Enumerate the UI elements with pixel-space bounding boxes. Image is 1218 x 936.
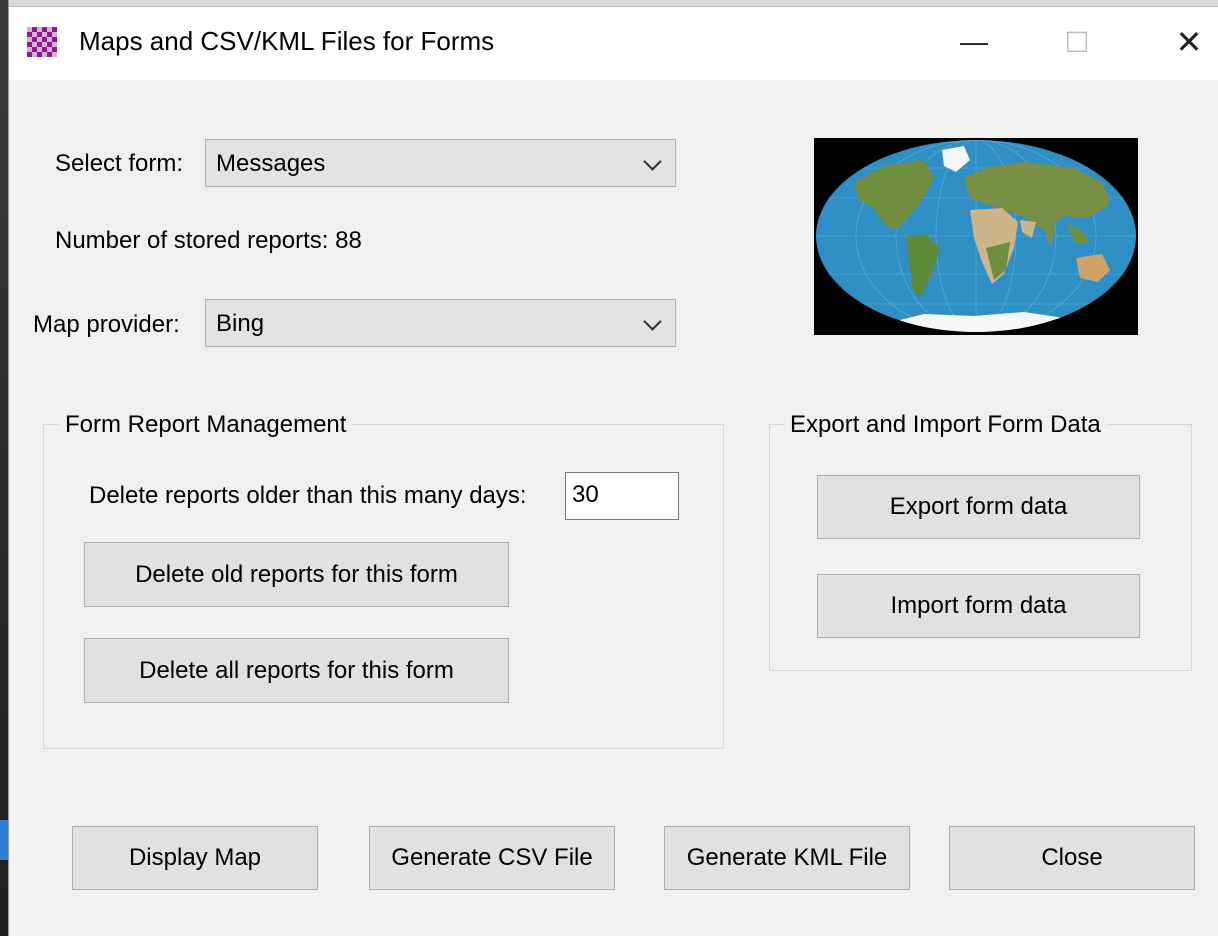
map-provider-value: Bing <box>216 310 265 337</box>
map-provider-label: Map provider: <box>33 311 180 338</box>
map-provider-dropdown[interactable]: Bing <box>205 299 676 347</box>
maximize-button[interactable]: ☐ <box>1047 18 1107 66</box>
export-import-title: Export and Import Form Data <box>784 411 1107 439</box>
delete-days-label: Delete reports older than this many days… <box>89 482 527 509</box>
delete-all-reports-button[interactable]: Delete all reports for this form <box>84 638 509 703</box>
title-bar-top-strip <box>9 0 1218 7</box>
chevron-down-icon <box>643 152 662 171</box>
world-map-image <box>814 138 1138 335</box>
checkered-grid-icon <box>27 27 57 57</box>
world-map-svg <box>816 140 1136 332</box>
select-form-dropdown[interactable]: Messages <box>205 139 676 187</box>
chevron-down-icon <box>643 312 662 331</box>
form-report-management-title: Form Report Management <box>59 411 353 439</box>
close-window-button[interactable]: ✕ <box>1159 18 1218 66</box>
title-bar: Maps and CSV/KML Files for Forms — ☐ ✕ <box>9 0 1218 80</box>
stored-reports-label: Number of stored reports: <box>55 227 329 254</box>
select-form-value: Messages <box>216 150 326 177</box>
import-form-data-button[interactable]: Import form data <box>817 574 1140 638</box>
window-title: Maps and CSV/KML Files for Forms <box>79 26 495 56</box>
delete-days-value: 30 <box>572 481 599 508</box>
delete-old-reports-button[interactable]: Delete old reports for this form <box>84 542 509 607</box>
stored-reports-text: Number of stored reports: 88 <box>55 227 362 255</box>
display-map-button[interactable]: Display Map <box>72 826 318 890</box>
stored-reports-count: 88 <box>335 227 362 254</box>
dialog-window: Maps and CSV/KML Files for Forms — ☐ ✕ S… <box>8 0 1218 936</box>
generate-csv-button[interactable]: Generate CSV File <box>369 826 615 890</box>
minimize-button[interactable]: — <box>944 18 1004 66</box>
close-button[interactable]: Close <box>949 826 1195 890</box>
generate-kml-button[interactable]: Generate KML File <box>664 826 910 890</box>
delete-days-input[interactable]: 30 <box>565 472 679 520</box>
select-form-label: Select form: <box>55 150 184 177</box>
export-form-data-button[interactable]: Export form data <box>817 475 1140 539</box>
